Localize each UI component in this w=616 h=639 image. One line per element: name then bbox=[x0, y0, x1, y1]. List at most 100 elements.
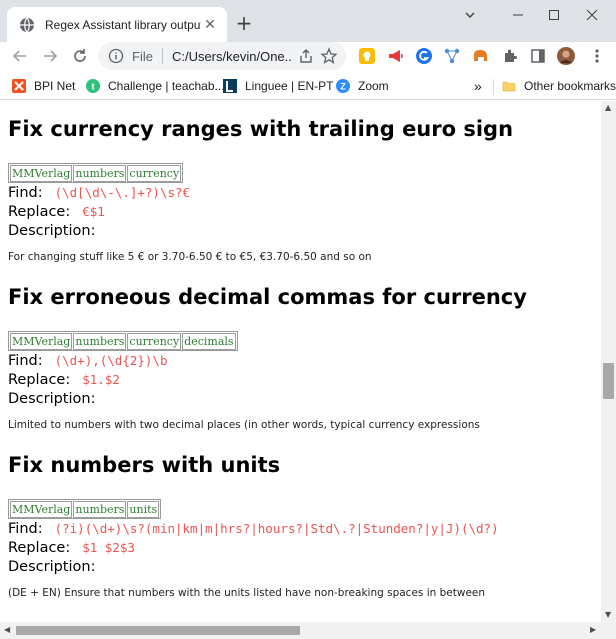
chevron-right-double-icon: » bbox=[474, 78, 482, 94]
tag-list: MMVerlag numbers currency bbox=[8, 163, 184, 183]
replace-pattern: $1 $2$3 bbox=[82, 540, 135, 555]
forward-icon bbox=[44, 50, 58, 62]
bpi-icon bbox=[12, 79, 26, 93]
find-row: Find: (?i)(\d+)\s?(min|km|m|hrs?|hours?|… bbox=[8, 521, 499, 537]
profile-avatar[interactable] bbox=[557, 47, 575, 65]
tag: MMVerlag bbox=[10, 333, 73, 350]
bookmark-bpi-net[interactable]: BPI Net bbox=[12, 77, 75, 95]
replace-label: Replace: bbox=[8, 540, 71, 556]
page-content: Fix currency ranges with trailing euro s… bbox=[0, 101, 601, 622]
find-pattern: (?i)(\d+)\s?(min|km|m|hrs?|hours?|Std\.?… bbox=[54, 521, 499, 536]
scroll-up-arrow-icon[interactable]: ▲ bbox=[605, 104, 611, 112]
grammarly-extension-icon[interactable] bbox=[415, 47, 433, 65]
horizontal-scroll-thumb[interactable] bbox=[16, 626, 300, 635]
bookmark-zoom[interactable]: Z Zoom bbox=[336, 77, 389, 95]
megaphone-extension-icon[interactable] bbox=[387, 47, 405, 65]
tag: numbers bbox=[73, 165, 127, 182]
linguee-icon bbox=[223, 79, 237, 93]
description-label: Description: bbox=[8, 559, 96, 575]
scroll-down-arrow-icon[interactable]: ▼ bbox=[605, 611, 611, 619]
description-label: Description: bbox=[8, 391, 96, 407]
find-label: Find: bbox=[8, 353, 43, 369]
description-text: (DE + EN) Ensure that numbers with the u… bbox=[8, 587, 486, 599]
bookmark-label: Linguee | EN-PT bbox=[245, 79, 334, 93]
extensions-icon[interactable] bbox=[501, 47, 519, 65]
keep-extension-icon[interactable] bbox=[358, 47, 376, 65]
tag: currency bbox=[127, 165, 182, 182]
find-row: Find: (\d[\d\-\.]+?)\s?€ bbox=[8, 185, 190, 201]
replace-label: Replace: bbox=[8, 204, 71, 220]
tag: currency bbox=[127, 333, 182, 350]
bookmark-label: Zoom bbox=[358, 79, 389, 93]
replace-pattern: $1.$2 bbox=[82, 372, 120, 387]
mammoth-extension-icon[interactable] bbox=[472, 47, 490, 65]
svg-text:t: t bbox=[92, 82, 95, 92]
description-text: Limited to numbers with two decimal plac… bbox=[8, 419, 480, 431]
maximize-button[interactable] bbox=[540, 4, 568, 26]
tag: decimals bbox=[182, 333, 236, 350]
replace-row: Replace: €$1 bbox=[8, 204, 105, 220]
forward-button[interactable] bbox=[38, 44, 62, 68]
address-bar[interactable]: File C:/Users/kevin/One... bbox=[98, 42, 346, 70]
entry-title: Fix numbers with units bbox=[8, 453, 281, 477]
scroll-left-arrow-icon[interactable]: ◀ bbox=[4, 626, 10, 634]
close-window-button[interactable] bbox=[578, 4, 606, 26]
chevron-down-icon bbox=[465, 12, 475, 18]
scroll-right-arrow-icon[interactable]: ▶ bbox=[590, 626, 596, 634]
find-row: Find: (\d+),(\d{2})\b bbox=[8, 353, 167, 369]
star-icon[interactable] bbox=[320, 47, 338, 65]
tag: MMVerlag bbox=[10, 501, 73, 518]
tag: numbers bbox=[73, 333, 127, 350]
url-text[interactable]: C:/Users/kevin/One... bbox=[172, 49, 292, 64]
find-pattern: (\d+),(\d{2})\b bbox=[54, 353, 168, 368]
bookmark-challenge-teachable[interactable]: t Challenge | teachab... bbox=[86, 77, 225, 95]
maximize-icon bbox=[549, 10, 559, 20]
vertical-scroll-thumb[interactable] bbox=[603, 363, 614, 399]
vertical-scrollbar[interactable]: ▲ ▼ bbox=[601, 101, 616, 622]
share-icon[interactable] bbox=[298, 48, 314, 64]
replace-pattern: €$1 bbox=[82, 204, 105, 219]
side-panel-icon[interactable] bbox=[529, 47, 547, 65]
back-icon bbox=[12, 50, 26, 62]
description-label: Description: bbox=[8, 223, 96, 239]
globe-icon bbox=[20, 17, 34, 32]
reload-button[interactable] bbox=[68, 44, 92, 68]
bookmark-label: Challenge | teachab... bbox=[108, 79, 225, 93]
info-icon[interactable] bbox=[108, 48, 124, 64]
replace-row: Replace: $1 $2$3 bbox=[8, 540, 135, 556]
zoom-icon: Z bbox=[336, 79, 350, 93]
url-scheme-label: File bbox=[132, 48, 153, 64]
reload-icon bbox=[74, 49, 86, 62]
tab-regex-assistant[interactable]: Regex Assistant library output KS ✕ bbox=[7, 7, 227, 42]
entry-title: Fix currency ranges with trailing euro s… bbox=[8, 117, 514, 141]
svg-text:Z: Z bbox=[340, 82, 346, 92]
tag-list: MMVerlag numbers units bbox=[8, 499, 162, 519]
back-button[interactable] bbox=[8, 44, 32, 68]
bookmark-label: Other bookmarks bbox=[524, 79, 616, 93]
find-pattern: (\d[\d\-\.]+?)\s?€ bbox=[54, 185, 191, 200]
tab-title: Regex Assistant library output KS bbox=[45, 17, 201, 32]
bookmarks-bar: BPI Net t Challenge | teachab... Linguee… bbox=[0, 72, 616, 100]
minimize-button[interactable] bbox=[504, 4, 532, 26]
horizontal-scrollbar[interactable]: ◀ ▶ bbox=[0, 622, 616, 639]
find-label: Find: bbox=[8, 185, 43, 201]
folder-icon bbox=[502, 79, 516, 93]
bookmark-linguee[interactable]: Linguee | EN-PT bbox=[223, 77, 334, 95]
bookmarks-overflow-button[interactable]: » bbox=[474, 77, 482, 95]
connect-extension-icon[interactable] bbox=[443, 47, 461, 65]
tab-strip: Regex Assistant library output KS ✕ + bbox=[0, 0, 616, 42]
tag: units bbox=[127, 501, 160, 518]
tab-close-icon[interactable]: ✕ bbox=[201, 16, 219, 34]
description-text: For changing stuff like 5 € or 3.70-6.50… bbox=[8, 251, 372, 263]
tag: numbers bbox=[73, 501, 127, 518]
new-tab-button[interactable]: + bbox=[234, 13, 254, 33]
replace-row: Replace: $1.$2 bbox=[8, 372, 120, 388]
other-bookmarks-folder[interactable]: Other bookmarks bbox=[502, 77, 616, 95]
close-icon bbox=[586, 9, 598, 21]
teachable-icon: t bbox=[86, 79, 100, 93]
tab-search-button[interactable] bbox=[456, 4, 484, 26]
replace-label: Replace: bbox=[8, 372, 71, 388]
bookmark-label: BPI Net bbox=[34, 79, 76, 93]
menu-kebab-icon[interactable] bbox=[588, 47, 606, 65]
url-divider bbox=[161, 48, 163, 64]
